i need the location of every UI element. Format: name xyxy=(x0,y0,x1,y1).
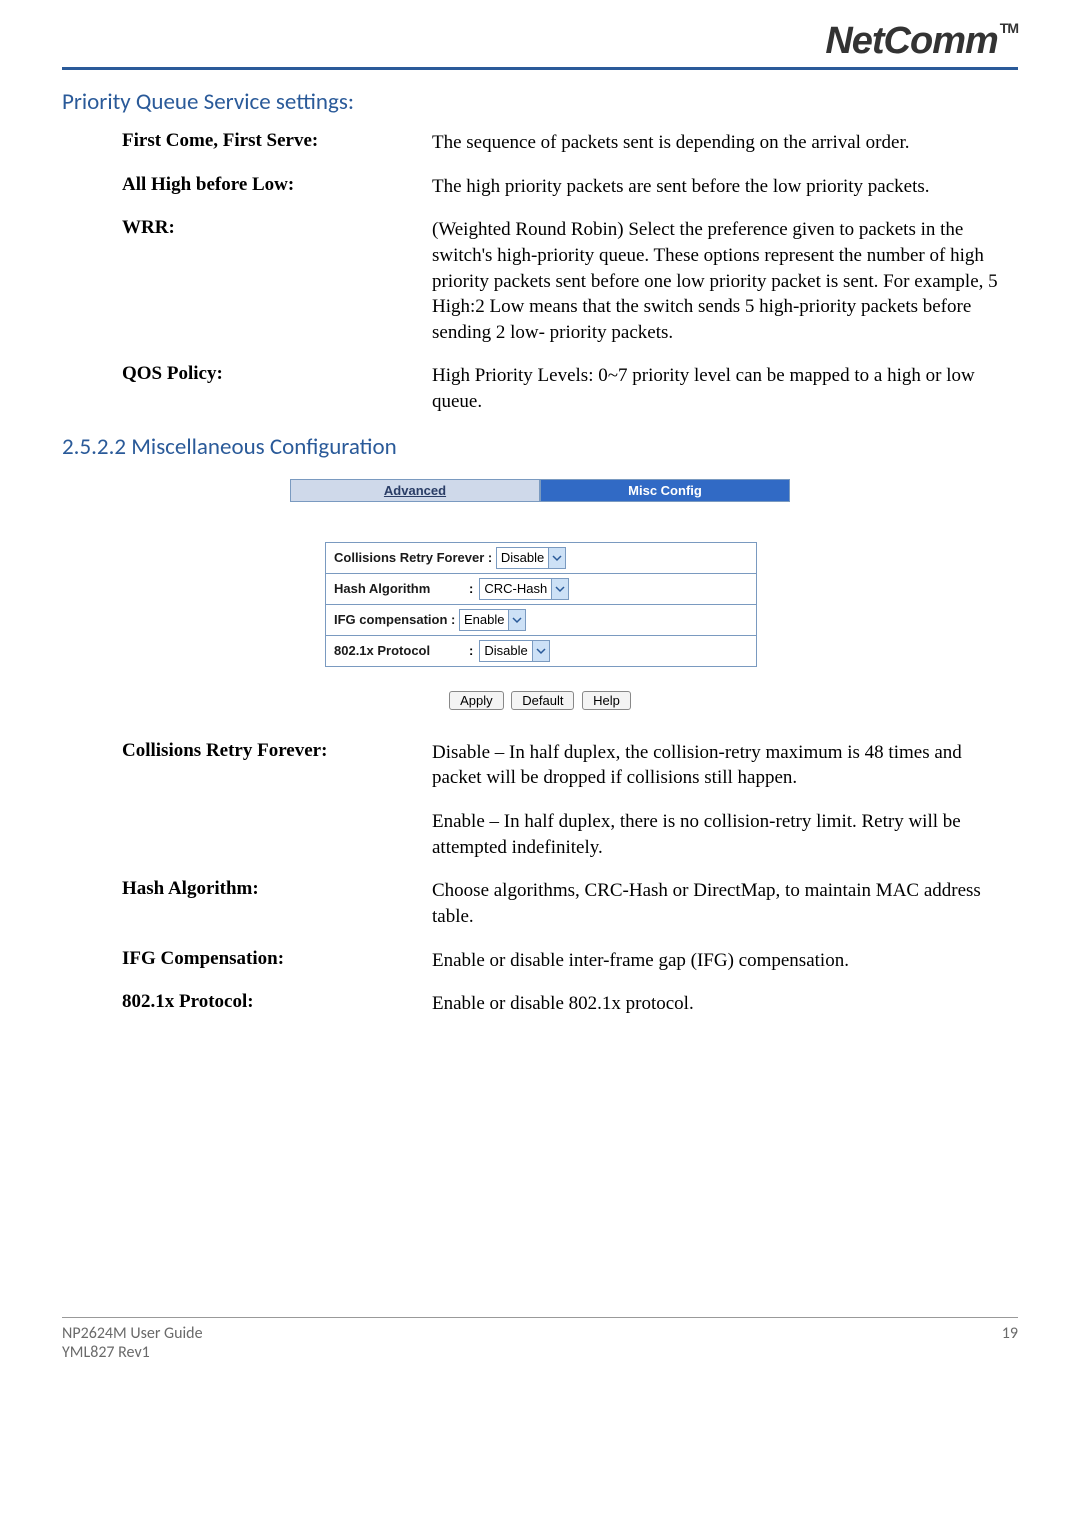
colon: : xyxy=(469,581,473,596)
page-header: NetCommTM xyxy=(62,20,1018,70)
brand-logo: NetCommTM xyxy=(825,20,1018,63)
desc-hash: Choose algorithms, CRC-Hash or DirectMap… xyxy=(432,878,1018,929)
desc-allhigh: The high priority packets are sent befor… xyxy=(432,174,1018,200)
term-allhigh: All High before Low: xyxy=(122,174,432,200)
desc-qos: High Priority Levels: 0~7 priority level… xyxy=(432,363,1018,414)
row-collisions-retry: Collisions Retry Forever : Disable xyxy=(326,543,756,574)
def-wrr: WRR: (Weighted Round Robin) Select the p… xyxy=(122,217,1018,345)
misc-config-ui: Advanced Misc Config Collisions Retry Fo… xyxy=(290,479,790,710)
dropdown-value-crf: Disable xyxy=(501,550,544,565)
apply-button[interactable]: Apply xyxy=(449,691,504,710)
label-ifg: IFG compensation : xyxy=(334,612,455,627)
config-panel: Collisions Retry Forever : Disable Hash … xyxy=(325,542,757,667)
desc-dot1x: Enable or disable 802.1x protocol. xyxy=(432,991,1018,1017)
section-misc-title: 2.5.2.2 Miscellaneous Configuration xyxy=(62,433,1018,461)
term-ifg: IFG Compensation: xyxy=(122,948,432,974)
tab-misc-config[interactable]: Misc Config xyxy=(540,479,790,502)
desc-ifg: Enable or disable inter-frame gap (IFG) … xyxy=(432,948,1018,974)
default-button[interactable]: Default xyxy=(511,691,574,710)
term-crf: Collisions Retry Forever: xyxy=(122,740,432,791)
dropdown-ifg[interactable]: Enable xyxy=(459,609,526,631)
section-priority-queue-title: Priority Queue Service settings: xyxy=(62,88,1018,116)
row-dot1x: 802.1x Protocol: Disable xyxy=(326,636,756,666)
footer-rev: YML827 Rev1 xyxy=(62,1343,203,1362)
desc-crf-enable: Enable – In half duplex, there is no col… xyxy=(432,809,1018,860)
def-ifg: IFG Compensation: Enable or disable inte… xyxy=(122,948,1018,974)
label-collisions-retry: Collisions Retry Forever : xyxy=(334,550,492,565)
term-fcfs: First Come, First Serve: xyxy=(122,130,432,156)
footer-left: NP2624M User Guide YML827 Rev1 xyxy=(62,1324,203,1362)
footer-guide: NP2624M User Guide xyxy=(62,1324,203,1343)
def-crf-disable: Collisions Retry Forever: Disable – In h… xyxy=(122,740,1018,791)
label-dot1x: 802.1x Protocol xyxy=(334,643,469,658)
priority-queue-definitions: First Come, First Serve: The sequence of… xyxy=(122,130,1018,415)
term-dot1x: 802.1x Protocol: xyxy=(122,991,432,1017)
tab-advanced[interactable]: Advanced xyxy=(290,479,540,502)
def-qos: QOS Policy: High Priority Levels: 0~7 pr… xyxy=(122,363,1018,414)
brand-text: NetComm xyxy=(825,20,997,62)
def-allhigh: All High before Low: The high priority p… xyxy=(122,174,1018,200)
misc-definitions: Collisions Retry Forever: Disable – In h… xyxy=(122,740,1018,1017)
dropdown-value-dot1x: Disable xyxy=(484,643,527,658)
chevron-down-icon xyxy=(551,579,568,599)
def-hash: Hash Algorithm: Choose algorithms, CRC-H… xyxy=(122,878,1018,929)
help-button[interactable]: Help xyxy=(582,691,631,710)
chevron-down-icon xyxy=(548,548,565,568)
def-dot1x: 802.1x Protocol: Enable or disable 802.1… xyxy=(122,991,1018,1017)
row-hash-algorithm: Hash Algorithm: CRC-Hash xyxy=(326,574,756,605)
trademark: TM xyxy=(1000,20,1018,36)
desc-fcfs: The sequence of packets sent is dependin… xyxy=(432,130,1018,156)
desc-wrr: (Weighted Round Robin) Select the prefer… xyxy=(432,217,1018,345)
term-wrr: WRR: xyxy=(122,217,432,345)
colon: : xyxy=(469,643,473,658)
dropdown-collisions-retry[interactable]: Disable xyxy=(496,547,566,569)
tab-bar: Advanced Misc Config xyxy=(290,479,790,502)
button-row: Apply Default Help xyxy=(290,691,790,710)
def-fcfs: First Come, First Serve: The sequence of… xyxy=(122,130,1018,156)
page-footer: NP2624M User Guide YML827 Rev1 19 xyxy=(62,1317,1018,1362)
label-hash: Hash Algorithm xyxy=(334,581,469,596)
term-empty xyxy=(122,809,432,860)
chevron-down-icon xyxy=(508,610,525,630)
dropdown-value-hash: CRC-Hash xyxy=(484,581,547,596)
term-hash: Hash Algorithm: xyxy=(122,878,432,929)
row-ifg: IFG compensation : Enable xyxy=(326,605,756,636)
dropdown-value-ifg: Enable xyxy=(464,612,504,627)
def-crf-enable: Enable – In half duplex, there is no col… xyxy=(122,809,1018,860)
chevron-down-icon xyxy=(532,641,549,661)
term-qos: QOS Policy: xyxy=(122,363,432,414)
page-number: 19 xyxy=(1002,1324,1018,1362)
dropdown-hash[interactable]: CRC-Hash xyxy=(479,578,569,600)
desc-crf-disable: Disable – In half duplex, the collision-… xyxy=(432,740,1018,791)
dropdown-dot1x[interactable]: Disable xyxy=(479,640,549,662)
